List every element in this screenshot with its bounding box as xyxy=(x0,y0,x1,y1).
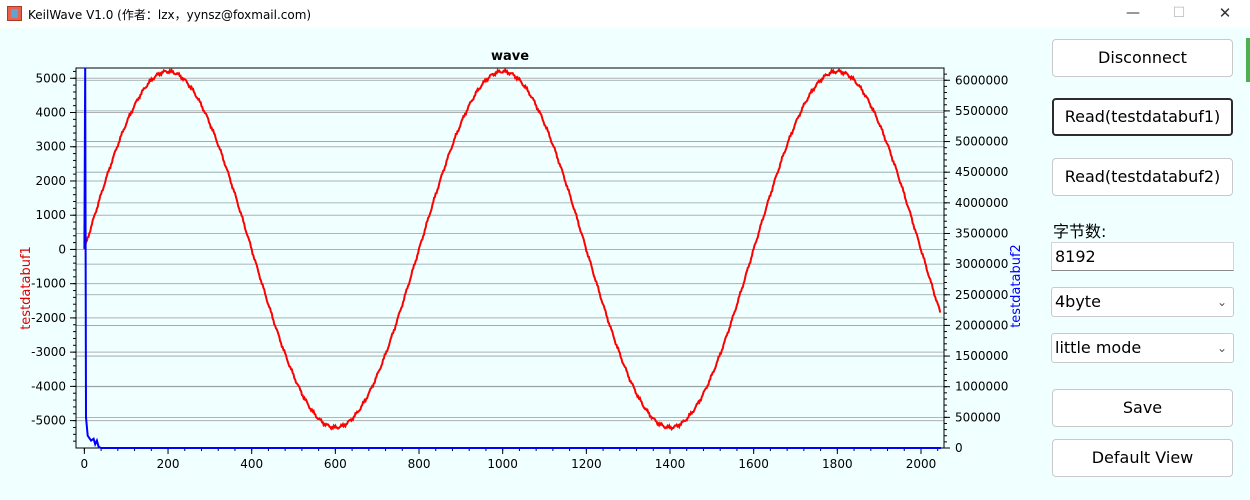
y-right-tick-label: 4500000 xyxy=(955,165,1008,179)
chart-grid xyxy=(76,77,944,449)
chevron-down-icon: ⌄ xyxy=(1216,341,1227,355)
x-tick-label: 1200 xyxy=(571,457,602,471)
x-tick-label: 2000 xyxy=(906,457,937,471)
y-right-tick-label: 1000000 xyxy=(955,380,1008,394)
chevron-down-icon: ⌄ xyxy=(1216,295,1227,309)
byte-count-input[interactable]: 8192 xyxy=(1051,242,1234,271)
save-button[interactable]: Save xyxy=(1052,389,1233,427)
close-button[interactable]: ✕ xyxy=(1202,0,1248,28)
chart-series xyxy=(83,66,942,449)
y-right-tick-label: 2500000 xyxy=(955,288,1008,302)
y-left-tick-label: -3000 xyxy=(31,345,66,359)
app-icon xyxy=(7,6,22,21)
y-right-tick-label: 3000000 xyxy=(955,257,1008,271)
x-tick-label: 200 xyxy=(157,457,180,471)
y-right-tick-label: 6000000 xyxy=(955,73,1008,87)
x-tick-label: 1600 xyxy=(738,457,769,471)
minimize-button[interactable]: — xyxy=(1110,0,1156,28)
read-testdatabuf1-button[interactable]: Read(testdatabuf1) xyxy=(1052,98,1233,136)
y-right-tick-label: 2000000 xyxy=(955,318,1008,332)
x-tick-label: 800 xyxy=(408,457,431,471)
edge-indicator xyxy=(1246,38,1250,82)
x-tick-label: 0 xyxy=(81,457,89,471)
y-right-tick-label: 5000000 xyxy=(955,135,1008,149)
y-left-tick-label: -4000 xyxy=(31,379,66,393)
window-title: KeilWave V1.0 (作者：lzx，yynsz@foxmail.com) xyxy=(28,8,312,22)
y-left-tick-label: 2000 xyxy=(35,174,66,188)
y-left-tick-label: 1000 xyxy=(35,208,66,222)
x-tick-label: 1400 xyxy=(655,457,686,471)
byte-count-label: 字节数: xyxy=(1053,222,1107,241)
byte-size-value: 4byte xyxy=(1055,292,1101,311)
endian-mode-value: little mode xyxy=(1055,338,1142,357)
y-left-tick-label: -1000 xyxy=(31,277,66,291)
x-tick-label: 1000 xyxy=(487,457,518,471)
read-testdatabuf2-button[interactable]: Read(testdatabuf2) xyxy=(1052,158,1233,196)
x-tick-label: 1800 xyxy=(822,457,853,471)
x-tick-label: 400 xyxy=(240,457,263,471)
maximize-button[interactable]: ☐ xyxy=(1156,0,1202,28)
y-right-tick-label: 0 xyxy=(955,441,963,455)
series-line-testdatabuf2 xyxy=(83,67,942,449)
y-left-tick-label: -2000 xyxy=(31,311,66,325)
default-view-button[interactable]: Default View xyxy=(1052,439,1233,477)
y-left-tick-label: -5000 xyxy=(31,414,66,428)
byte-size-select[interactable]: 4byte ⌄ xyxy=(1051,287,1234,317)
y-right-tick-label: 4000000 xyxy=(955,196,1008,210)
y-left-tick-label: 0 xyxy=(58,242,66,256)
endian-mode-select[interactable]: little mode ⌄ xyxy=(1051,333,1234,363)
plot-frame xyxy=(75,67,945,449)
disconnect-button[interactable]: Disconnect xyxy=(1052,39,1233,77)
app-window: KeilWave V1.0 (作者：lzx，yynsz@foxmail.com)… xyxy=(0,0,1250,500)
y-right-tick-label: 3500000 xyxy=(955,226,1008,240)
y-left-tick-label: 5000 xyxy=(35,71,66,85)
y-left-tick-label: 3000 xyxy=(35,140,66,154)
x-tick-label: 600 xyxy=(324,457,347,471)
chart-tick-labels: 0 200 400 600 800 1000 1200 1400 1600 1800 2000 500… xyxy=(31,71,1008,471)
y-left-tick-label: 4000 xyxy=(35,106,66,120)
y-right-tick-label: 1500000 xyxy=(955,349,1008,363)
y-right-tick-label: 5500000 xyxy=(955,104,1008,118)
chart-title: wave xyxy=(491,49,529,64)
y-right-tick-label: 500000 xyxy=(955,410,1001,424)
left-axis-label: testdatabuf1 xyxy=(19,246,34,330)
right-axis-label: testdatabuf2 xyxy=(1009,244,1024,328)
title-bar: KeilWave V1.0 (作者：lzx，yynsz@foxmail.com)… xyxy=(0,0,1250,28)
chart-ticks xyxy=(70,70,950,454)
wave-chart[interactable]: 0 200 400 600 800 1000 1200 1400 1600 1800 2000 500… xyxy=(0,28,1040,500)
